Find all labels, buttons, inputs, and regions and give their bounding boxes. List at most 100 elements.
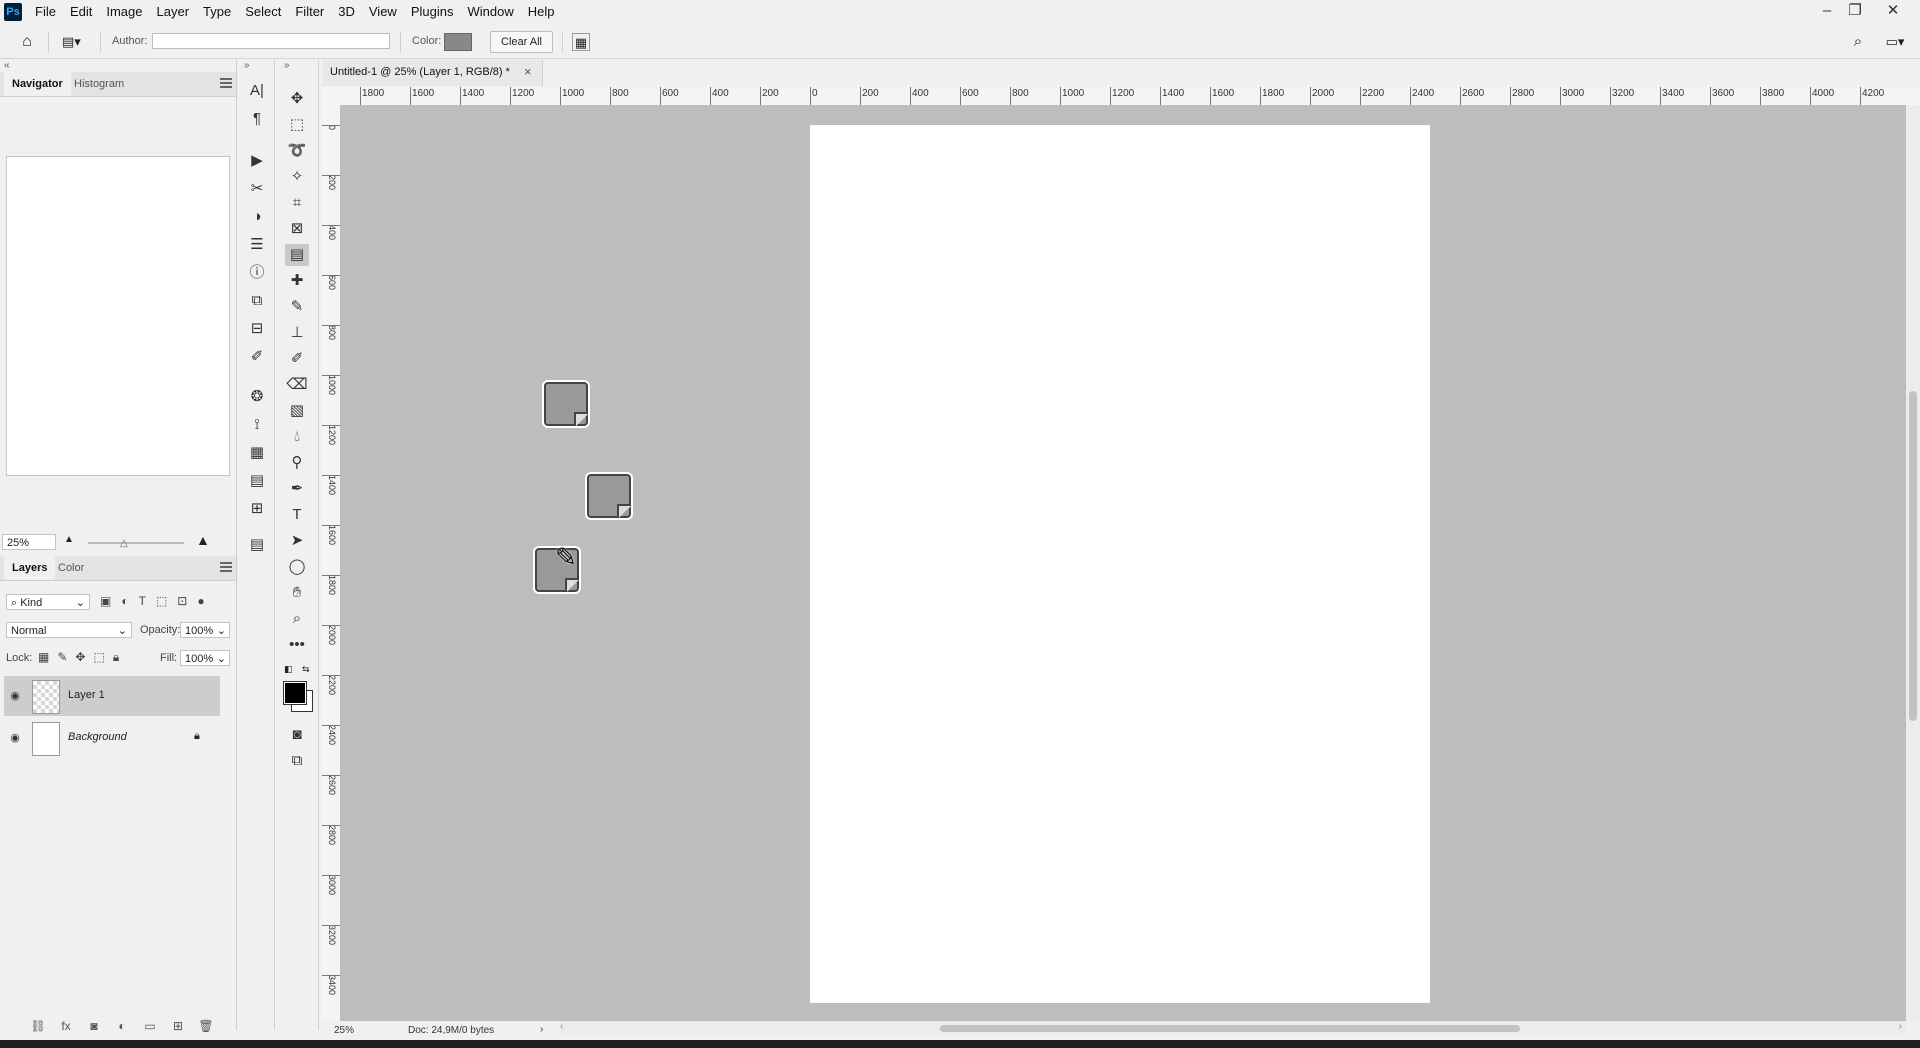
dodge-tool-icon[interactable]: ⚲ (285, 452, 309, 474)
close-button[interactable]: ✕ (1879, 0, 1907, 22)
shape-filter-icon[interactable]: ⬚ (156, 594, 167, 608)
info-icon[interactable]: ⓘ (245, 262, 269, 284)
magic-wand-tool-icon[interactable]: ✧ (285, 166, 309, 188)
blur-tool-icon[interactable]: 💧︎ (285, 426, 309, 448)
home-icon[interactable]: ⌂ (16, 31, 38, 53)
path-selection-tool-icon[interactable]: ➤ (285, 530, 309, 552)
visibility-eye-icon[interactable]: ◉ (9, 690, 21, 702)
fx-icon[interactable]: fx (58, 1018, 74, 1034)
link-layers-icon[interactable]: ⛓ (30, 1018, 46, 1034)
brush-settings-icon[interactable]: ⊟ (245, 318, 269, 340)
filter-toggle-icon[interactable]: ● (197, 594, 204, 608)
menu-plugins[interactable]: Plugins (404, 0, 461, 24)
lock-pixels-icon[interactable]: ✎ (57, 650, 67, 665)
gradient-tool-icon[interactable]: ▧ (285, 400, 309, 422)
document-tab[interactable]: Untitled-1 @ 25% (Layer 1, RGB/8) * × (322, 60, 543, 86)
zoom-in-icon[interactable]: ▲ (196, 532, 210, 548)
adjustment-filter-icon[interactable]: ◐ (121, 594, 128, 608)
menu-help[interactable]: Help (521, 0, 562, 24)
horizontal-scrollbar[interactable]: ‹ › (560, 1021, 1906, 1035)
tab-color[interactable]: Color (50, 556, 92, 580)
move-tool-icon[interactable]: ✥ (285, 88, 309, 110)
note-tool-preset-icon[interactable]: ▤▾ (62, 33, 84, 51)
default-colors-icon[interactable]: ◧ (284, 664, 293, 675)
panel-menu-icon[interactable] (220, 78, 232, 88)
minimize-button[interactable]: – (1813, 0, 1841, 22)
new-group-icon[interactable]: ▭ (142, 1018, 158, 1034)
clone-stamp-tool-icon[interactable]: ⊥ (285, 322, 309, 344)
lock-all-icon[interactable]: 🔒︎ (113, 650, 119, 665)
vertical-scrollbar[interactable] (1906, 105, 1920, 1021)
menu-type[interactable]: Type (196, 0, 238, 24)
eraser-tool-icon[interactable]: ⌫ (285, 374, 309, 396)
document-canvas[interactable] (810, 125, 1430, 1003)
horizontal-ruler[interactable]: 1800 1600 1400 1200 1000 800 600 400 200 0 200 400 6… (340, 87, 1920, 106)
collapse-icon[interactable]: « (4, 60, 10, 71)
menu-select[interactable]: Select (238, 0, 288, 24)
fill-input[interactable]: 100% ⌄ (180, 650, 230, 666)
notes-panel-icon[interactable]: ▦ (572, 33, 590, 51)
delete-layer-icon[interactable]: 🗑︎ (198, 1018, 214, 1034)
restore-button[interactable]: ❐ (1841, 0, 1869, 22)
search-icon[interactable]: ⌕ (1848, 32, 1868, 52)
swatches-icon[interactable]: ⊞ (245, 498, 269, 520)
layer-row-background[interactable]: ◉ Background 🔒︎ (4, 718, 220, 758)
menu-layer[interactable]: Layer (150, 0, 197, 24)
channels-icon[interactable]: ❂ (245, 386, 269, 408)
gradients-icon[interactable]: ▤ (245, 470, 269, 492)
tab-navigator[interactable]: Navigator (4, 72, 71, 96)
frame-tool-icon[interactable]: ⊠ (285, 218, 309, 240)
workspace-icon[interactable]: ▭▾ (1880, 32, 1910, 52)
visibility-eye-icon[interactable]: ◉ (9, 732, 21, 744)
pen-tool-icon[interactable]: ✒ (285, 478, 309, 500)
paragraph-icon[interactable]: ¶ (245, 108, 269, 130)
menu-file[interactable]: File (28, 0, 63, 24)
scroll-left-icon[interactable]: ‹ (560, 1021, 563, 1032)
menu-image[interactable]: Image (99, 0, 149, 24)
menu-3d[interactable]: 3D (331, 0, 362, 24)
menu-view[interactable]: View (362, 0, 404, 24)
type-filter-icon[interactable]: T (139, 594, 146, 608)
zoom-tool-icon[interactable]: ⌕ (285, 608, 309, 630)
more-tools-icon[interactable]: ••• (285, 634, 309, 656)
note-tool-icon[interactable]: ▤ (285, 244, 309, 266)
new-layer-icon[interactable]: ⊞ (170, 1018, 186, 1034)
lock-artboard-icon[interactable]: ⬚ (93, 650, 104, 665)
screen-mode-icon[interactable]: ⧉ (285, 750, 309, 772)
lock-icon[interactable]: 🔒︎ (194, 730, 200, 743)
collapse-icon[interactable]: » (244, 60, 250, 71)
vertical-scroll-thumb[interactable] (1909, 391, 1917, 721)
hand-tool-icon[interactable]: ✋︎ (285, 582, 309, 604)
adjustments-icon[interactable]: ◑ (245, 206, 269, 228)
layer-filter-select[interactable]: ⌕ Kind ⌄ (6, 594, 90, 610)
zoom-out-icon[interactable]: ▲ (64, 534, 74, 545)
status-doc-info[interactable]: Doc: 24,9M/0 bytes (408, 1025, 494, 1036)
navigator-preview[interactable] (6, 156, 230, 476)
history-icon[interactable]: ⧉ (245, 290, 269, 312)
note-color-swatch[interactable] (444, 33, 472, 51)
paths-icon[interactable]: ⟟ (245, 414, 269, 436)
tab-layers[interactable]: Layers (4, 556, 56, 580)
spot-healing-tool-icon[interactable]: ✚ (285, 270, 309, 292)
zoom-slider-track[interactable] (88, 542, 184, 544)
tab-histogram[interactable]: Histogram (66, 72, 132, 96)
horizontal-scroll-thumb[interactable] (940, 1025, 1520, 1032)
menu-filter[interactable]: Filter (288, 0, 331, 24)
note-cursor-icon[interactable]: ✎ (535, 542, 579, 592)
lock-position-icon[interactable]: ✥ (75, 650, 85, 665)
clear-all-button[interactable]: Clear All (490, 31, 553, 53)
properties-icon[interactable]: ☰ (245, 234, 269, 256)
note-icon[interactable] (544, 382, 588, 426)
adjustment-layer-icon[interactable]: ◐ (114, 1018, 130, 1034)
vertical-ruler[interactable]: 0 200 400 600 800 1000 1200 1400 1600 1800 2000 220… (322, 105, 341, 1025)
status-zoom[interactable]: 25% (334, 1025, 354, 1036)
crop-tool-icon[interactable]: ⌗ (285, 192, 309, 214)
image-filter-icon[interactable]: ▣ (100, 594, 111, 608)
patterns-icon[interactable]: ▦ (245, 442, 269, 464)
ellipse-tool-icon[interactable]: ◯ (285, 556, 309, 578)
scroll-right-icon[interactable]: › (1899, 1021, 1902, 1032)
actions-play-icon[interactable]: ▶ (245, 150, 269, 172)
add-mask-icon[interactable]: ◙ (86, 1018, 102, 1034)
panel-menu-icon[interactable] (220, 562, 232, 572)
zoom-slider-thumb[interactable]: △ (120, 538, 128, 549)
